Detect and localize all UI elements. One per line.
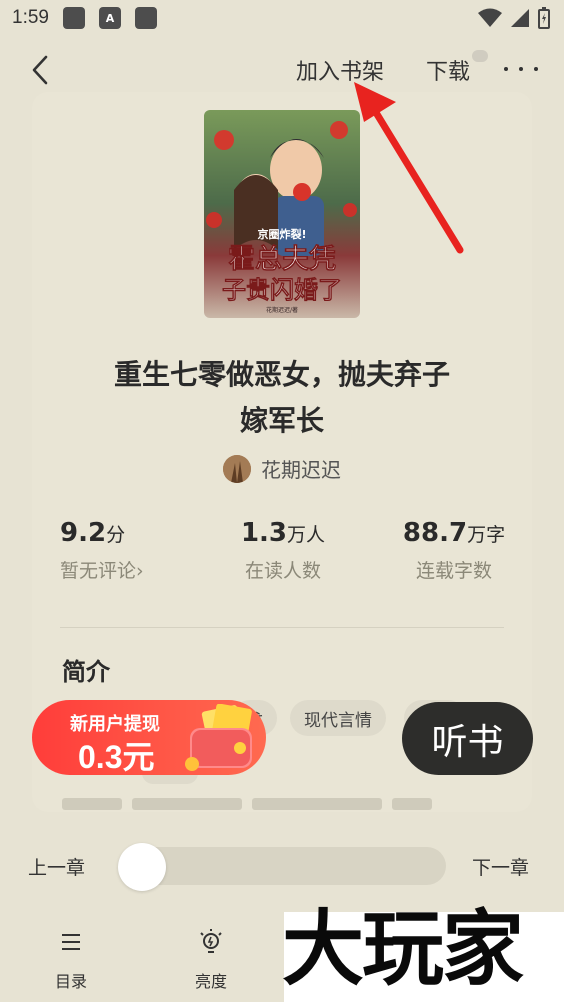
next-chapter-button[interactable]: 下一章 <box>472 853 529 880</box>
promo-amount: 0.3 <box>78 739 123 775</box>
author-name: 花期迟迟 <box>261 458 341 482</box>
chapter-progress-slider[interactable] <box>118 847 446 885</box>
readers-value: 1.3 <box>240 518 288 548</box>
book-cover[interactable]: 京圈炸裂! 霍总夫凭 子贵闪婚了 花期迟迟/著 <box>204 110 360 318</box>
rating-value: 9.2 <box>60 518 107 548</box>
notification-icon-2 <box>134 7 157 29</box>
status-time: 1:59 <box>12 7 49 28</box>
wallet-icon <box>185 704 252 771</box>
brightness-icon <box>200 929 222 953</box>
readers-unit: 万人 <box>287 524 326 546</box>
rating-unit: 分 <box>106 524 126 546</box>
intro-heading: 简介 <box>62 658 110 686</box>
cover-tagline: 京圈炸裂! <box>257 227 306 241</box>
toc-label: 目录 <box>54 972 87 991</box>
readers-stat: 1.3万人 在读人数 <box>228 518 338 583</box>
new-user-cash-promo-button[interactable]: 新用户提现 0.3元 <box>32 700 266 775</box>
slider-thumb[interactable] <box>118 843 166 891</box>
book-title-line2: 嫁军长 <box>239 404 324 437</box>
promo-currency: 元 <box>122 738 155 775</box>
cover-author: 花期迟迟/著 <box>266 306 298 314</box>
download-badge-icon <box>472 50 488 62</box>
author-avatar-image <box>223 454 251 483</box>
app-badge-icon: A <box>98 7 121 29</box>
book-title-line1: 重生七零做恶女，抛夫弃子 <box>113 358 450 391</box>
readers-label: 在读人数 <box>244 560 321 582</box>
watermark-text: 大玩家 <box>282 902 524 997</box>
chapter-navigation: 上一章 下一章 <box>0 843 564 891</box>
cover-title-1: 霍总夫凭 <box>228 244 336 275</box>
dot-icon <box>519 67 523 71</box>
prev-chapter-button[interactable]: 上一章 <box>28 853 85 880</box>
chevron-left-icon <box>32 55 48 85</box>
wordcount-unit: 万字 <box>467 524 506 546</box>
wordcount-stat: 88.7万字 连载字数 <box>396 518 512 583</box>
intro-text-faded <box>62 798 482 810</box>
divider <box>60 627 504 628</box>
dot-icon <box>504 67 508 71</box>
genre-tag[interactable]: 现代言情 <box>290 700 386 736</box>
more-options-button[interactable] <box>504 56 538 82</box>
listen-book-button[interactable]: 听书 <box>402 702 533 775</box>
signal-icon <box>511 9 529 27</box>
wordcount-value: 88.7 <box>402 518 468 548</box>
battery-icon <box>538 7 550 29</box>
notification-icon <box>62 7 85 29</box>
wifi-icon <box>478 8 502 27</box>
brightness-button[interactable]: 亮度 <box>166 928 256 992</box>
list-icon <box>62 934 80 950</box>
promo-amount-line: 0.3元 <box>78 732 155 775</box>
toc-button[interactable]: 目录 <box>26 928 116 992</box>
red-arrow-annotation <box>354 82 464 254</box>
chevron-right-icon: › <box>136 560 144 582</box>
cover-art: 京圈炸裂! 霍总夫凭 子贵闪婚了 花期迟迟/著 <box>204 110 360 318</box>
cover-title-2: 子贵闪婚了 <box>222 276 342 304</box>
avatar <box>223 454 251 483</box>
back-button[interactable] <box>22 52 58 88</box>
rating-stat[interactable]: 9.2分 暂无评论› <box>60 518 170 583</box>
book-title: 重生七零做恶女，抛夫弃子 嫁军长 <box>60 352 504 444</box>
dot-icon <box>534 67 538 71</box>
brightness-label: 亮度 <box>194 972 227 991</box>
author-row[interactable]: 花期迟迟 <box>0 454 564 483</box>
rating-label: 暂无评论 <box>60 560 137 582</box>
wordcount-label: 连载字数 <box>415 560 492 582</box>
status-bar: 1:59 A <box>0 0 564 36</box>
